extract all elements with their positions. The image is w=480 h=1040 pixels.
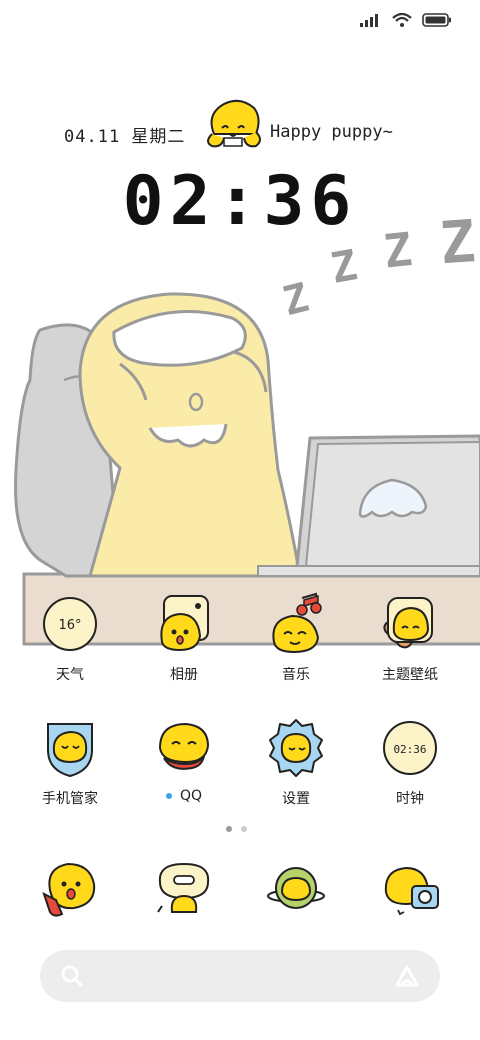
- dock-phone[interactable]: [10, 856, 130, 920]
- gear-icon: [269, 719, 323, 777]
- app-label: 设置: [282, 791, 310, 807]
- music-icon: [272, 592, 322, 654]
- app-label: 天气: [56, 667, 84, 683]
- app-label: QQ: [179, 788, 203, 804]
- app-label: 主题壁纸: [382, 667, 438, 683]
- svg-text:Z: Z: [279, 275, 314, 325]
- app-label: 手机管家: [42, 791, 98, 807]
- app-qq[interactable]: QQ: [124, 716, 244, 804]
- app-label: 时钟: [396, 791, 424, 807]
- phone-icon: [42, 862, 96, 917]
- clock-icon: 02:36: [383, 721, 437, 775]
- dock-camera[interactable]: [350, 856, 470, 920]
- lock-clock: 02:36: [122, 162, 358, 241]
- app-label: 相册: [170, 667, 198, 683]
- shield-icon: [47, 723, 93, 778]
- notification-dot: [165, 793, 172, 799]
- app-settings[interactable]: 设置: [236, 716, 356, 808]
- camera-icon: [384, 866, 439, 916]
- weather-icon: 16°: [43, 597, 97, 651]
- gallery-icon: [160, 595, 209, 652]
- dock-browser[interactable]: [236, 856, 356, 920]
- clock-icon-time: 02:36: [393, 743, 426, 756]
- assistant-icon[interactable]: [394, 964, 420, 988]
- browser-icon: [267, 867, 325, 909]
- themes-icon: [383, 597, 433, 649]
- lock-tagline: Happy puppy~: [270, 122, 393, 142]
- page-dot: [241, 826, 247, 832]
- search-bar[interactable]: [40, 950, 440, 1002]
- app-security[interactable]: 手机管家: [10, 716, 130, 808]
- page-dot-active: [226, 826, 232, 832]
- puppy-face-icon: [207, 99, 261, 148]
- svg-text:Z: Z: [327, 240, 360, 293]
- date-row: 04.11 星期二 Happy puppy~: [0, 99, 480, 156]
- page-indicator: [226, 826, 247, 832]
- qq-icon: [158, 722, 210, 770]
- search-icon[interactable]: [60, 964, 84, 988]
- messages-icon: [157, 862, 210, 913]
- weather-temp: 16°: [58, 618, 81, 633]
- app-themes[interactable]: 主题壁纸: [350, 592, 470, 684]
- app-weather[interactable]: 16° 天气: [10, 592, 130, 684]
- dock-messages[interactable]: [124, 856, 244, 920]
- lock-date: 04.11 星期二: [64, 127, 186, 147]
- app-music[interactable]: 音乐: [236, 592, 356, 684]
- app-clock[interactable]: 02:36 时钟: [350, 716, 470, 808]
- app-gallery[interactable]: 相册: [124, 592, 244, 684]
- app-label: 音乐: [282, 667, 310, 683]
